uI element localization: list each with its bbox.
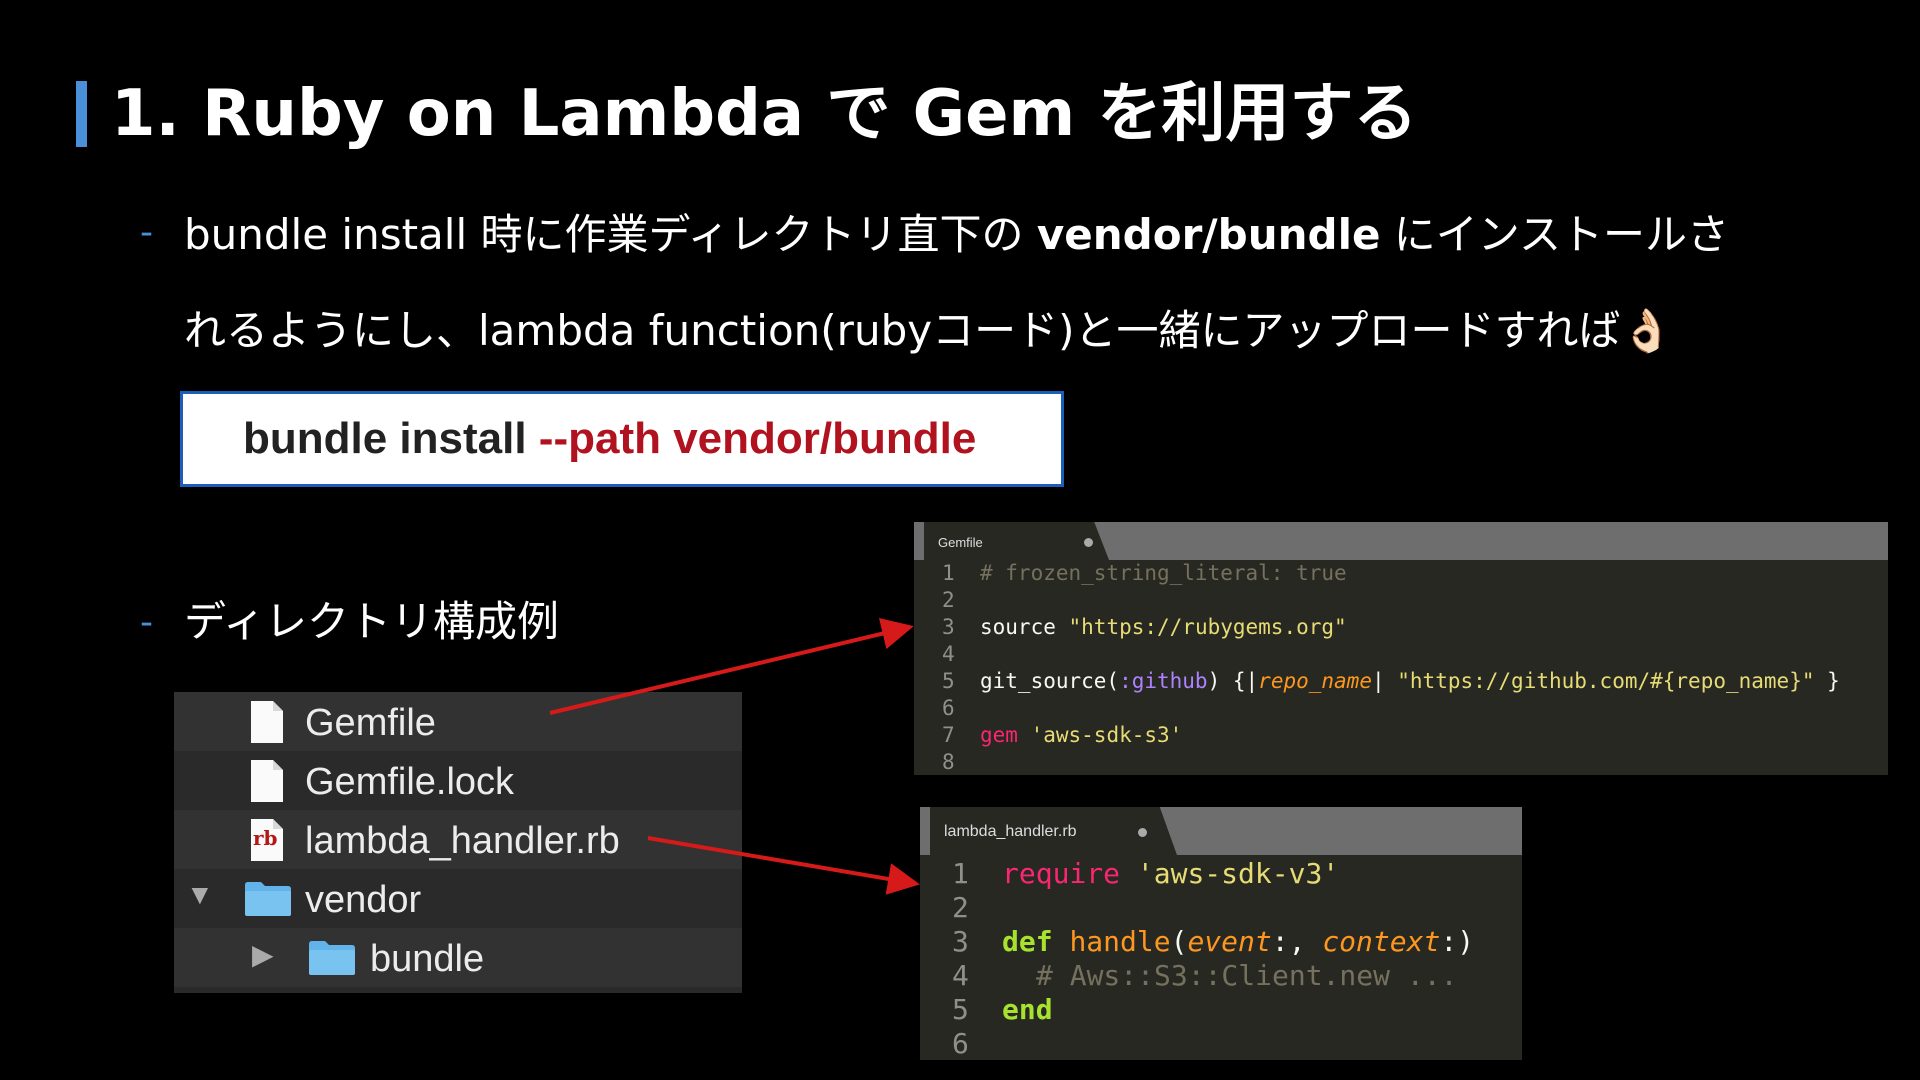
arrow-lambda-handler	[647, 836, 920, 895]
pointer-arrows	[549, 618, 920, 895]
arrow-gemfile	[549, 618, 914, 715]
